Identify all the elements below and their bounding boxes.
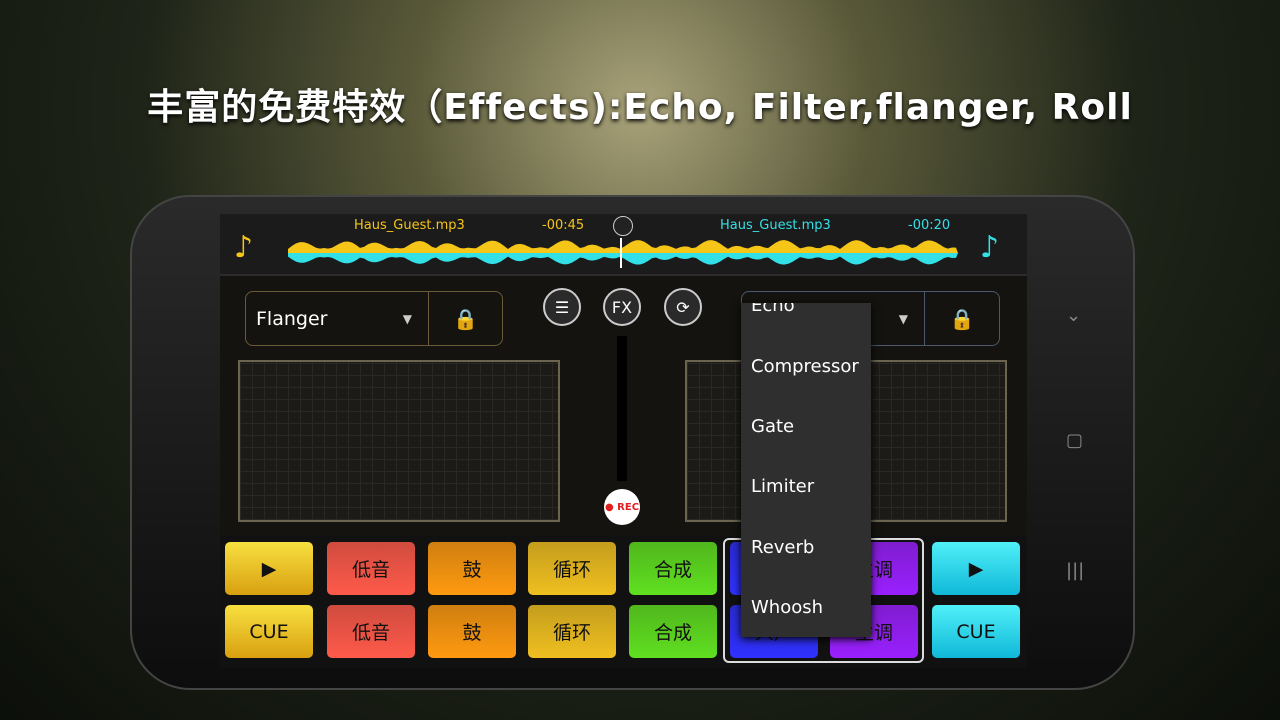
menu-item-whoosh[interactable]: Whoosh xyxy=(751,597,823,618)
square-icon[interactable]: ▢ xyxy=(1066,430,1083,451)
waveform[interactable] xyxy=(288,238,958,268)
add-music-left-icon[interactable]: ♪ xyxy=(234,230,253,265)
app-screen: ♪ ♪ Haus_Guest.mp3 -00:45 Haus_Guest.mp3… xyxy=(220,214,1027,668)
sample-pad[interactable]: 低音 xyxy=(327,542,415,595)
rec-button[interactable]: ● REC xyxy=(604,489,640,525)
pad-panel: ▶ CUE 低音低音鼓鼓循环循环合成合成人声人声主调主调 ▶ CUE xyxy=(220,536,1027,668)
lock-icon[interactable]: 🔒 xyxy=(925,292,999,345)
sample-pad[interactable]: 合成 xyxy=(629,542,717,595)
deck-a-effect-select[interactable]: Flanger ▼ xyxy=(246,292,429,345)
dropdown-arrow-icon: ▼ xyxy=(898,311,908,326)
crossfader[interactable] xyxy=(617,336,627,481)
chevron-down-icon[interactable]: ⌄ xyxy=(1066,305,1081,326)
menu-item-limiter[interactable]: Limiter xyxy=(751,476,814,497)
sliders-icon[interactable]: ☰ xyxy=(543,288,581,326)
deck-b-time: -00:20 xyxy=(908,218,951,233)
effect-dropdown-menu: Echo Compressor Gate Limiter Reverb Whoo… xyxy=(741,303,871,637)
sample-pad[interactable]: 循环 xyxy=(528,542,616,595)
fx-button[interactable]: FX xyxy=(603,288,641,326)
deck-a-time: -00:45 xyxy=(542,218,585,233)
rec-label: REC xyxy=(617,501,640,513)
deck-a-cue-button[interactable]: CUE xyxy=(225,605,313,658)
menu-item-gate[interactable]: Gate xyxy=(751,416,794,437)
deck-a-effect-label: Flanger xyxy=(256,307,328,330)
dropdown-arrow-icon: ▼ xyxy=(402,311,412,326)
sample-pad[interactable]: 鼓 xyxy=(428,542,516,595)
banner-title: 丰富的免费特效（Effects):Echo, Filter,flanger, R… xyxy=(147,87,1133,128)
menu-item-compressor[interactable]: Compressor xyxy=(751,356,859,377)
sample-pad[interactable]: 低音 xyxy=(327,605,415,658)
playhead-handle[interactable] xyxy=(613,216,633,236)
deck-b-play-button[interactable]: ▶ xyxy=(932,542,1020,595)
deck-b-cue-button[interactable]: CUE xyxy=(932,605,1020,658)
menu-icon[interactable]: ||| xyxy=(1066,560,1084,581)
sample-pad[interactable]: 合成 xyxy=(629,605,717,658)
deck-b-track: Haus_Guest.mp3 xyxy=(720,218,831,233)
deck-a-play-button[interactable]: ▶ xyxy=(225,542,313,595)
sample-pad[interactable]: 鼓 xyxy=(428,605,516,658)
lock-icon[interactable]: 🔒 xyxy=(429,292,502,345)
xy-pad-left[interactable] xyxy=(238,360,560,522)
sync-icon[interactable]: ⟳ xyxy=(664,288,702,326)
deck-a-effect-box: Flanger ▼ 🔒 xyxy=(245,291,503,346)
menu-item-echo[interactable]: Echo xyxy=(751,303,795,316)
sample-pad[interactable]: 循环 xyxy=(528,605,616,658)
menu-item-reverb[interactable]: Reverb xyxy=(751,537,814,558)
add-music-right-icon[interactable]: ♪ xyxy=(980,230,999,265)
waveform-header: ♪ ♪ Haus_Guest.mp3 -00:45 Haus_Guest.mp3… xyxy=(220,214,1027,276)
deck-a-track: Haus_Guest.mp3 xyxy=(354,218,465,233)
